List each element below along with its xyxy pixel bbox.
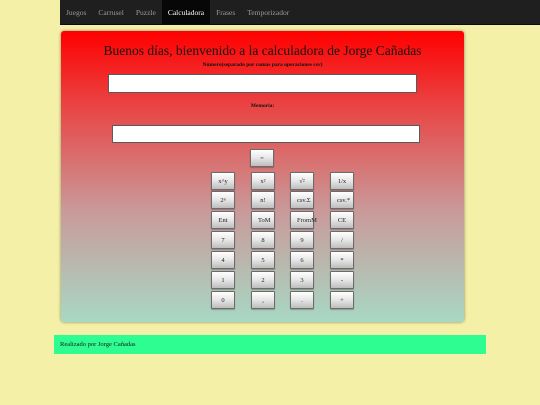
key-0-button[interactable]: 0 [211,291,235,309]
key-add-button[interactable]: + [330,291,354,309]
key-reciprocal-button[interactable]: 1/x [330,172,354,190]
key-7-button[interactable]: 7 [211,231,235,249]
key-from-memory-button[interactable]: FromM [290,211,317,229]
key-factorial-button[interactable]: n! [251,191,275,209]
key-4-button[interactable]: 4 [211,251,235,269]
key-2-button[interactable]: 2 [251,271,275,289]
key-5-button[interactable]: 5 [251,251,275,269]
equals-button[interactable]: = [250,149,274,167]
key-8-button[interactable]: 8 [251,231,275,249]
memory-input[interactable] [112,125,420,143]
key-csv-sum-button[interactable]: csv.Σ [290,191,314,209]
top-navbar: Juegos Carrusel Puzzle Calculadora Frase… [60,0,540,25]
footer-text: Realizado por Jorge Cañadas [60,341,136,348]
nav-item-temporizador[interactable]: Temporizador [241,0,295,24]
footer: Realizado por Jorge Cañadas [54,335,486,354]
key-1-button[interactable]: 1 [211,271,235,289]
nav-item-carrusel[interactable]: Carrusel [92,0,129,24]
key-comma-button[interactable]: , [251,291,275,309]
key-3-button[interactable]: 3 [290,271,314,289]
key-csv-product-button[interactable]: csv.* [330,191,354,209]
key-divide-button[interactable]: / [330,231,354,249]
key-6-button[interactable]: 6 [290,251,314,269]
key-sqrt-button[interactable]: √² [290,172,314,190]
key-multiply-button[interactable]: * [330,251,354,269]
key-clear-entry-button[interactable]: CE [330,211,354,229]
number-label: Número(separado por comas para operacion… [202,62,323,68]
key-power-button[interactable]: x^y [211,172,235,190]
key-dot-button[interactable]: . [290,291,314,309]
page-title: Buenos días, bienvenido a la calculadora… [103,43,422,58]
number-input[interactable] [108,74,417,93]
nav-item-calculadora[interactable]: Calculadora [161,0,211,24]
memory-label: Memoria: [250,103,275,109]
key-integer-button[interactable]: Ent [211,211,235,229]
key-square-button[interactable]: x² [251,172,275,190]
nav-item-juegos[interactable]: Juegos [60,0,92,24]
calculator-panel: Buenos días, bienvenido a la calculadora… [61,31,464,322]
key-to-memory-button[interactable]: ToM [251,211,275,229]
key-pow2-button[interactable]: 2ⁿ [211,191,235,209]
key-9-button[interactable]: 9 [290,231,314,249]
key-subtract-button[interactable]: - [330,271,354,289]
nav-item-puzzle[interactable]: Puzzle [130,0,162,24]
nav-item-frases[interactable]: Frases [210,0,241,24]
